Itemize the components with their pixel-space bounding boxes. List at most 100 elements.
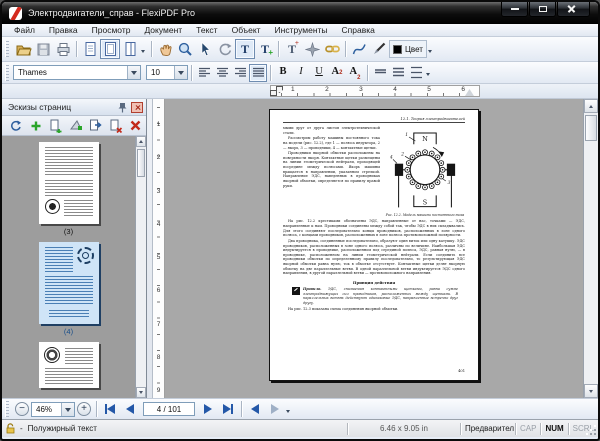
menu-text[interactable]: Текст (189, 25, 224, 35)
left-indent-marker[interactable] (270, 90, 277, 96)
thumbnail-page-3[interactable] (39, 142, 99, 224)
chevron-down-icon (131, 71, 137, 78)
pin-icon[interactable] (118, 102, 127, 113)
page-indicator-field[interactable]: 4 / 101 (143, 402, 195, 416)
maximize-button[interactable] (529, 2, 556, 17)
font-size-select[interactable]: 10 (146, 65, 188, 80)
align-center-button[interactable] (213, 64, 231, 82)
view-overflow-arrow[interactable] (141, 50, 145, 55)
ruler-ticks (281, 93, 469, 96)
nav-overflow-arrow[interactable] (286, 410, 290, 415)
previous-page-button[interactable] (120, 401, 140, 417)
toolbar-grip[interactable] (5, 65, 9, 81)
eyedropper-tool-button[interactable] (369, 39, 389, 59)
subscript-button[interactable]: A2 (346, 64, 364, 82)
edit-text-tool-button[interactable]: T (235, 39, 255, 59)
remove-button[interactable] (127, 118, 144, 134)
line-spacing-double-button[interactable] (407, 64, 425, 82)
scrollbar-thumb[interactable] (585, 115, 597, 141)
thumbnail-page-4-selected[interactable] (39, 242, 99, 324)
menu-file[interactable]: Файл (7, 25, 42, 35)
line-spacing-onehalf-button[interactable] (389, 64, 407, 82)
spacing-overflow-arrow[interactable] (426, 73, 430, 78)
scroll-up-button[interactable] (136, 136, 146, 147)
bold-button[interactable]: B (274, 64, 292, 82)
zoom-level-select[interactable]: 46% (31, 402, 75, 417)
pdf-page[interactable]: 12.1. Теория электродвигателей мыми друг… (269, 109, 479, 381)
figure-callout-2: 2 (400, 152, 404, 157)
add-page-button[interactable] (27, 118, 44, 134)
transform-tool-button[interactable] (302, 39, 322, 59)
align-justify-button[interactable] (249, 64, 267, 82)
add-text-tool-button[interactable]: T + (255, 39, 275, 59)
font-size-dropdown[interactable] (174, 66, 187, 79)
rotate-tool-button[interactable] (215, 39, 235, 59)
align-right-button[interactable] (231, 64, 249, 82)
toolbar-grip[interactable] (5, 401, 9, 417)
text-cursor-tool-button[interactable]: T + (282, 39, 302, 59)
export-page-button[interactable] (87, 118, 104, 134)
menu-tools[interactable]: Инструменты (268, 25, 335, 35)
color-overflow-arrow[interactable] (428, 50, 432, 55)
hand-tool-button[interactable] (155, 39, 175, 59)
curve-tool-button[interactable] (349, 39, 369, 59)
open-button[interactable] (13, 39, 33, 59)
menu-edit[interactable]: Правка (42, 25, 85, 35)
preview-button[interactable]: Предварител (461, 424, 515, 433)
unlocked-padlock-icon (6, 423, 16, 434)
zoom-out-button[interactable]: − (15, 402, 29, 416)
crop-page-button[interactable] (67, 118, 84, 134)
superscript-icon: A (332, 67, 340, 78)
select-tool-button[interactable] (195, 39, 215, 59)
first-page-button[interactable] (100, 401, 120, 417)
minimize-button[interactable] (501, 2, 528, 17)
toolbar-separator (241, 401, 242, 417)
toolbar-grip[interactable] (5, 41, 9, 57)
scrollbar-thumb[interactable] (137, 149, 145, 177)
menu-view[interactable]: Просмотр (85, 25, 138, 35)
underline-button[interactable]: U (310, 64, 328, 82)
font-family-select[interactable]: Thames (13, 65, 141, 80)
insert-page-button[interactable] (47, 118, 64, 134)
italic-button[interactable]: I (292, 64, 310, 82)
delete-page-button[interactable] (107, 118, 124, 134)
line-spacing-single-button[interactable] (371, 64, 389, 82)
save-button[interactable] (33, 39, 53, 59)
last-page-button[interactable] (218, 401, 238, 417)
zoom-tool-button[interactable] (175, 39, 195, 59)
next-page-button[interactable] (198, 401, 218, 417)
font-family-dropdown[interactable] (127, 66, 140, 79)
print-button[interactable] (53, 39, 73, 59)
rotate-page-button[interactable] (7, 118, 24, 134)
menu-document[interactable]: Документ (137, 25, 189, 35)
scroll-down-button[interactable] (136, 387, 146, 398)
menu-help[interactable]: Справка (335, 25, 382, 35)
facing-page-view-button[interactable] (120, 39, 140, 59)
zoom-dropdown[interactable] (61, 403, 74, 416)
resize-grip[interactable] (594, 433, 596, 435)
zoom-in-button[interactable]: + (77, 402, 91, 416)
link-tool-button[interactable] (322, 39, 342, 59)
ruler-number: 5 (157, 254, 161, 261)
thumbnails-scrollbar[interactable] (135, 136, 146, 398)
scroll-up-button[interactable] (584, 99, 598, 113)
color-picker-button[interactable]: Цвет (389, 40, 427, 58)
document-scrollbar[interactable] (583, 99, 598, 398)
history-back-button[interactable] (245, 401, 265, 417)
title-bar[interactable]: Электродвигатели_справ - FlexiPDF Pro (2, 2, 598, 24)
running-head: 12.1. Теория электродвигателей (283, 117, 465, 123)
scroll-down-button[interactable] (584, 384, 598, 398)
color-swatch (393, 45, 402, 54)
menu-object[interactable]: Объект (225, 25, 268, 35)
history-forward-button[interactable] (265, 401, 285, 417)
close-button[interactable] (557, 2, 590, 17)
thumbnail-page-5[interactable] (39, 342, 99, 388)
panel-close-button[interactable] (131, 102, 143, 113)
fit-page-view-button[interactable] (100, 39, 120, 59)
panel-title: Эскизы страниц (8, 102, 118, 112)
align-left-button[interactable] (195, 64, 213, 82)
first-line-indent-marker[interactable] (276, 86, 283, 93)
single-page-view-button[interactable] (80, 39, 100, 59)
document-viewport[interactable]: 12.1. Теория электродвигателей мыми друг… (165, 99, 583, 398)
superscript-button[interactable]: A2 (328, 64, 346, 82)
